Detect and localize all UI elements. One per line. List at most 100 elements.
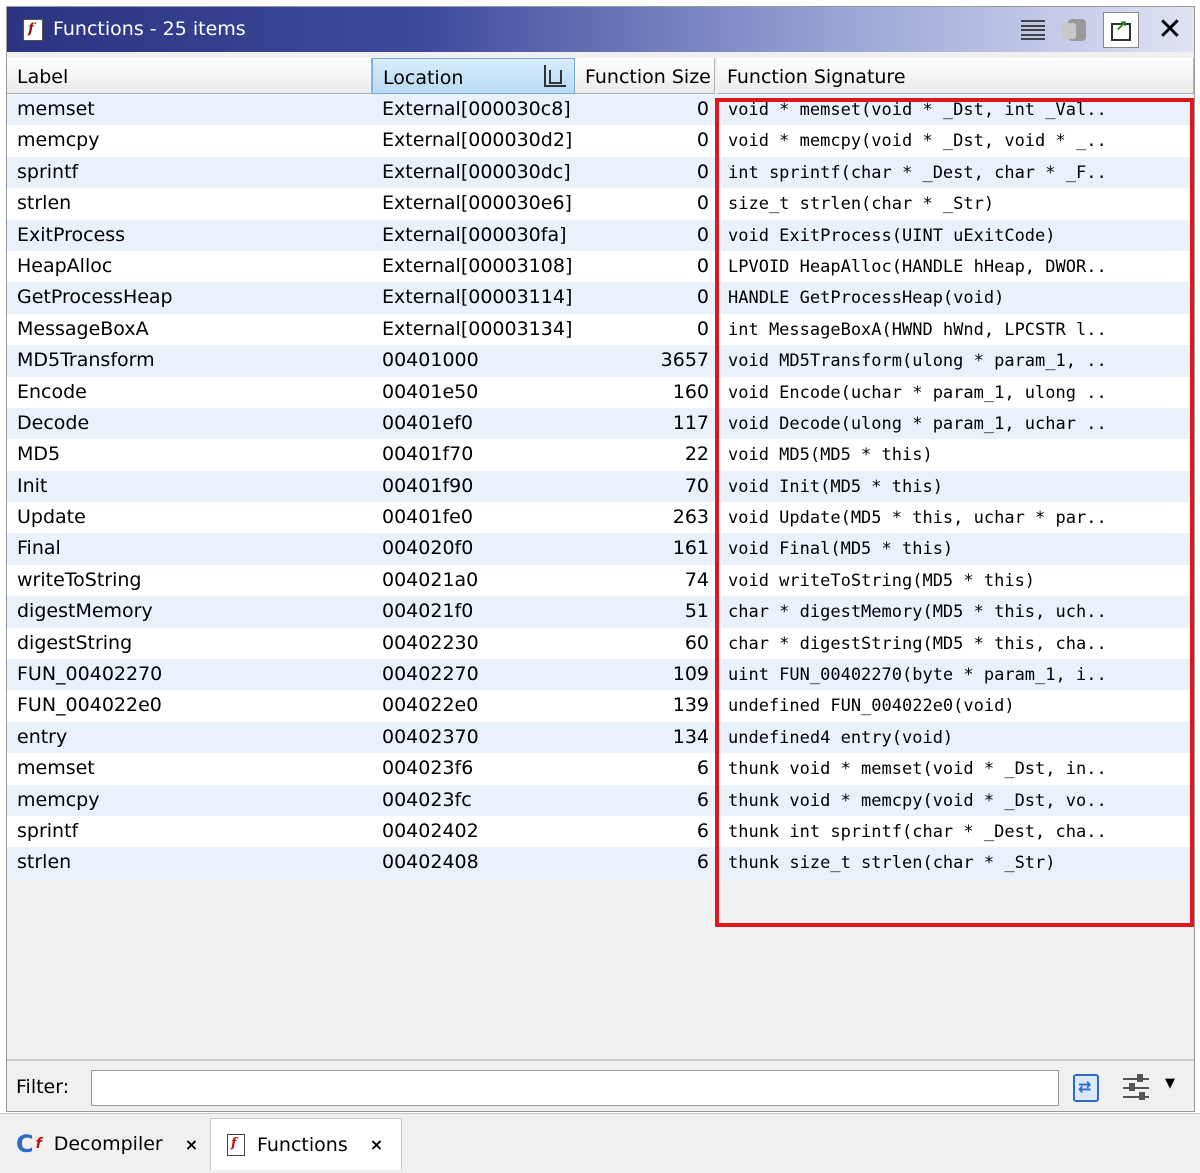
functions-tab-icon: f (227, 1133, 245, 1156)
table-row[interactable]: HeapAlloc External[00003108] 0 LPVOID HeapA… (7, 250, 1194, 283)
cell-label: entry (17, 725, 68, 748)
arrow-icon: ⇄ (1078, 1077, 1092, 1096)
table-row[interactable]: digestMemory 004021f0 51 char * digestMemor… (7, 596, 1194, 628)
column-header-label[interactable]: Label (7, 58, 372, 94)
table-row[interactable]: entry 00402370 134 undefined4 entry(void) (7, 721, 1194, 754)
window-titlebar[interactable]: f Functions - 25 items ↗ ✕ (7, 7, 1194, 52)
cell-function-size: 0 (696, 160, 709, 183)
cell-function-size: 6 (696, 819, 709, 842)
cell-location: External[00003108] (382, 254, 573, 277)
cell-label: MD5 (17, 443, 61, 466)
cell-label: Encode (17, 380, 87, 403)
cell-location: 00401f90 (382, 474, 474, 497)
table-row[interactable]: MessageBoxA External[00003134] 0 int Messag… (7, 313, 1194, 346)
cell-function-signature: void Final(MD5 * this) (728, 539, 954, 560)
cell-location: External[000030d2] (382, 129, 573, 152)
cell-location: 00401fe0 (382, 506, 473, 529)
cell-function-size: 160 (672, 380, 709, 403)
cell-function-size: 0 (696, 286, 709, 309)
cell-label: Final (17, 537, 61, 560)
table-row[interactable]: strlen 00402408 6 thunk size_t strlen(char … (7, 847, 1194, 879)
table-row[interactable]: memcpy External[000030d2] 0 void * memcpy(v… (7, 125, 1194, 157)
cell-label: GetProcessHeap (17, 286, 173, 309)
cell-location: External[00003134] (382, 317, 573, 340)
table-row[interactable]: MD5 00401f70 22 void MD5(MD5 * this) (7, 439, 1194, 471)
cell-location: 00402270 (382, 663, 479, 686)
table-row[interactable]: Decode 00401ef0 117 void Decode(ulong * par… (7, 407, 1194, 440)
cell-function-signature: undefined FUN_004022e0(void) (728, 696, 1015, 717)
column-header-function-size[interactable]: Function Size (575, 58, 715, 94)
tab-decompiler[interactable]: C f Decompiler × (16, 1122, 198, 1166)
cell-function-size: 74 (684, 568, 709, 591)
cell-function-signature: size_t strlen(char * _Str) (728, 194, 995, 215)
cell-location: External[00003114] (382, 286, 573, 309)
tab-decompiler-close-icon[interactable]: × (185, 1135, 198, 1154)
table-row[interactable]: digestString 00402230 60 char * digestStrin… (7, 627, 1194, 660)
table-row[interactable]: Update 00401fe0 263 void Update(MD5 * this,… (7, 502, 1194, 534)
cell-location: 004023f6 (382, 757, 474, 780)
filter-bar: Filter: ⇄ ▼ (7, 1059, 1194, 1111)
cell-function-size: 134 (672, 725, 709, 748)
table-row[interactable]: memset External[000030c8] 0 void * memset(v… (7, 94, 1194, 126)
cell-label: strlen (17, 192, 72, 215)
cell-function-signature: void ExitProcess(UINT uExitCode) (728, 225, 1056, 246)
tab-functions-close-icon[interactable]: × (370, 1135, 383, 1154)
cell-function-size: 3657 (660, 349, 709, 372)
cell-label: Decode (17, 411, 90, 434)
cell-location: External[000030dc] (382, 160, 571, 183)
table-row[interactable]: sprintf External[000030dc] 0 int sprintf(ch… (7, 156, 1194, 189)
table-row[interactable]: Encode 00401e50 160 void Encode(uchar * par… (7, 376, 1194, 408)
cell-label: FUN_00402270 (17, 663, 163, 686)
cell-label: memset (17, 98, 95, 120)
cell-function-signature: void Init(MD5 * this) (728, 476, 943, 497)
cell-function-size: 51 (684, 600, 709, 623)
table-row[interactable]: memcpy 004023fc 6 thunk void * memcpy(void … (7, 784, 1194, 816)
column-list-button[interactable] (1015, 12, 1051, 48)
export-icon: ↗ (1108, 17, 1134, 43)
cell-function-signature: undefined4 entry(void) (728, 727, 954, 748)
cell-location: 00401ef0 (382, 411, 473, 434)
table-row[interactable]: FUN_004022e0 004022e0 139 undefined FUN_004… (7, 690, 1194, 722)
cell-function-size: 6 (696, 757, 709, 780)
cell-function-signature: thunk int sprintf(char * _Dest, cha.. (728, 821, 1107, 842)
table-row[interactable]: sprintf 00402402 6 thunk int sprintf(char *… (7, 815, 1194, 848)
cell-location: 00401000 (382, 349, 479, 372)
filter-options-button[interactable]: ▼ (1121, 1072, 1181, 1104)
column-header-location[interactable]: Location (372, 58, 575, 94)
cell-label: writeToString (17, 568, 142, 591)
cell-function-size: 6 (696, 851, 709, 874)
cell-function-signature: int sprintf(char * _Dest, char * _F.. (728, 162, 1107, 183)
close-window-button[interactable]: ✕ (1152, 12, 1188, 48)
cell-location: 004023fc (382, 788, 472, 811)
table-row[interactable]: Final 004020f0 161 void Final(MD5 * this) (7, 533, 1194, 565)
table-row[interactable]: strlen External[000030e6] 0 size_t strlen(c… (7, 188, 1194, 220)
column-header-function-signature[interactable]: Function Signature (717, 58, 1194, 94)
chevron-down-icon: ▼ (1165, 1076, 1175, 1091)
cell-function-signature: uint FUN_00402270(byte * param_1, i.. (728, 665, 1107, 686)
filter-db-button[interactable] (1057, 12, 1093, 48)
cell-function-size: 0 (696, 98, 709, 120)
filter-input[interactable] (91, 1070, 1059, 1106)
export-button[interactable]: ↗ (1103, 12, 1139, 48)
table-row[interactable]: writeToString 004021a0 74 void writeToStrin… (7, 564, 1194, 597)
table-row[interactable]: GetProcessHeap External[00003114] 0 HANDLE … (7, 282, 1194, 314)
cell-label: FUN_004022e0 (17, 694, 162, 717)
table-row[interactable]: Init 00401f90 70 void Init(MD5 * this) (7, 470, 1194, 503)
cell-location: 00402408 (382, 851, 479, 874)
cell-function-size: 0 (696, 317, 709, 340)
cell-label: memset (17, 757, 95, 780)
filter-clear-button[interactable]: ⇄ (1069, 1072, 1103, 1104)
cell-location: 00402370 (382, 725, 479, 748)
cell-label: MessageBoxA (17, 317, 149, 340)
cell-location: 00402230 (382, 631, 479, 654)
table-row[interactable]: ExitProcess External[000030fa] 0 void ExitP… (7, 219, 1194, 251)
table-row[interactable]: FUN_00402270 00402270 109 uint FUN_00402270… (7, 659, 1194, 691)
tab-functions-label: Functions (257, 1133, 348, 1156)
cell-function-signature: char * digestMemory(MD5 * this, uch.. (728, 602, 1107, 623)
table-row[interactable]: MD5Transform 00401000 3657 void MD5Transfor… (7, 345, 1194, 377)
cell-label: Update (17, 506, 86, 529)
table-body: memset External[000030c8] 0 void * memset(v… (7, 94, 1194, 879)
tab-functions[interactable]: f Functions × (210, 1118, 403, 1170)
table-row[interactable]: memset 004023f6 6 thunk void * memset(void … (7, 753, 1194, 785)
cell-function-signature: void Update(MD5 * this, uchar * par.. (728, 508, 1107, 529)
